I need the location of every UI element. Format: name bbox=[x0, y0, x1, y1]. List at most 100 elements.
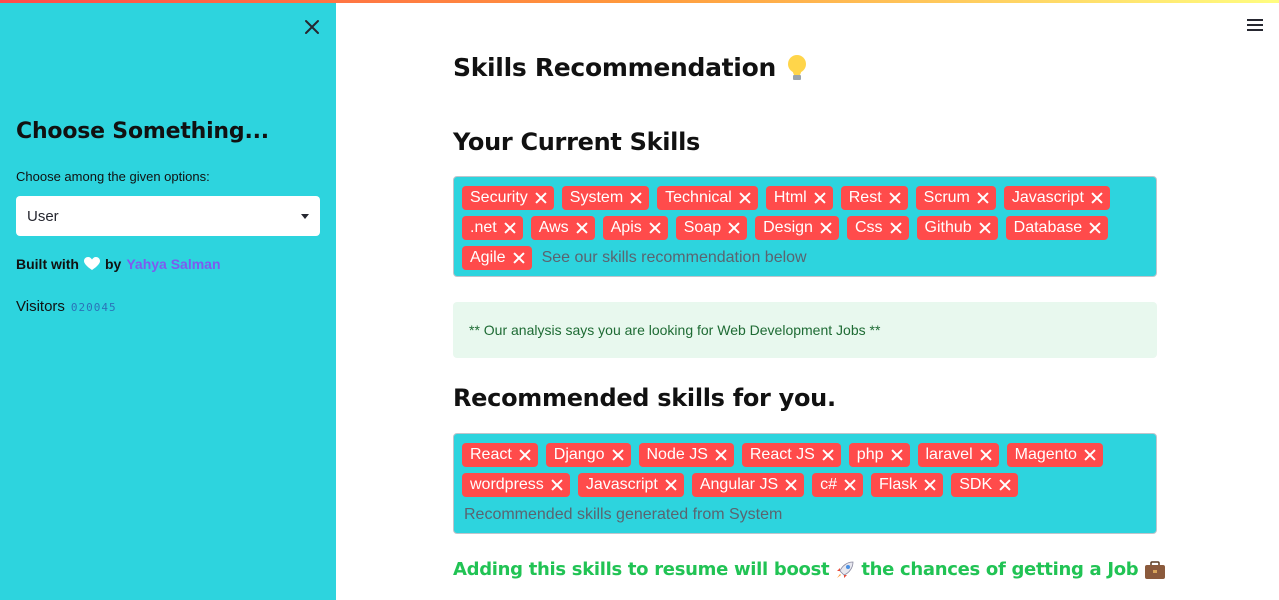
skill-tag-label: Agile bbox=[470, 249, 506, 266]
skill-tag-label: React bbox=[470, 446, 512, 463]
remove-tag-icon[interactable] bbox=[503, 221, 517, 235]
skill-tag-label: Soap bbox=[683, 219, 722, 236]
remove-tag-icon[interactable] bbox=[843, 478, 857, 492]
skill-tag[interactable]: Django bbox=[545, 443, 631, 467]
skill-tag[interactable]: SDK bbox=[951, 473, 1019, 497]
skill-tag[interactable]: laravel bbox=[917, 443, 999, 467]
skill-tag[interactable]: Database bbox=[1005, 216, 1109, 240]
remove-tag-icon[interactable] bbox=[978, 221, 992, 235]
skill-tag[interactable]: Html bbox=[765, 186, 833, 210]
boost-message: Adding this skills to resume will boost … bbox=[453, 559, 1166, 580]
skill-tag-label: Magento bbox=[1014, 446, 1077, 463]
remove-tag-icon[interactable] bbox=[976, 191, 990, 205]
skill-tag[interactable]: Apis bbox=[602, 216, 668, 240]
remove-tag-icon[interactable] bbox=[821, 448, 835, 462]
remove-tag-icon[interactable] bbox=[611, 448, 625, 462]
skill-tag[interactable]: Agile bbox=[462, 246, 532, 270]
remove-tag-icon[interactable] bbox=[813, 191, 827, 205]
skill-tag-label: Html bbox=[773, 189, 807, 206]
remove-tag-icon[interactable] bbox=[550, 478, 564, 492]
skill-tag[interactable]: Node JS bbox=[638, 443, 734, 467]
skill-tag[interactable]: c# bbox=[812, 473, 864, 497]
remove-tag-icon[interactable] bbox=[518, 448, 532, 462]
remove-tag-icon[interactable] bbox=[738, 191, 752, 205]
skill-tag[interactable]: Css bbox=[846, 216, 909, 240]
skill-tag-label: Angular JS bbox=[699, 476, 779, 493]
remove-tag-icon[interactable] bbox=[819, 221, 833, 235]
remove-tag-icon[interactable] bbox=[664, 478, 678, 492]
skill-tag-label: Database bbox=[1013, 219, 1083, 236]
remove-tag-icon[interactable] bbox=[923, 478, 937, 492]
remove-tag-icon[interactable] bbox=[648, 221, 662, 235]
remove-tag-icon[interactable] bbox=[889, 221, 903, 235]
author-link[interactable]: Yahya Salman bbox=[126, 256, 220, 272]
skill-tag[interactable]: Design bbox=[755, 216, 839, 240]
skill-tag[interactable]: React JS bbox=[741, 443, 841, 467]
remove-tag-icon[interactable] bbox=[714, 448, 728, 462]
skill-tag-label: Github bbox=[924, 219, 972, 236]
skill-tag-label: laravel bbox=[925, 446, 973, 463]
remove-tag-icon[interactable] bbox=[727, 221, 741, 235]
skill-tag[interactable]: Soap bbox=[675, 216, 748, 240]
skill-tag-label: Aws bbox=[538, 219, 569, 236]
rocket-icon bbox=[837, 561, 854, 578]
skill-tag-label: Node JS bbox=[646, 446, 708, 463]
current-skills-heading: Your Current Skills bbox=[453, 128, 701, 156]
current-skills-multiselect[interactable]: Security System Technical Html Rest Scrum Java… bbox=[453, 176, 1157, 277]
built-with-by: by bbox=[105, 256, 122, 272]
skill-tag-label: Security bbox=[470, 189, 528, 206]
page-title: Skills Recommendation bbox=[453, 53, 808, 82]
skill-tag[interactable]: React bbox=[462, 443, 538, 467]
skill-tag[interactable]: Rest bbox=[840, 186, 908, 210]
built-with-text: Built with bbox=[16, 256, 79, 272]
skill-tag[interactable]: Aws bbox=[530, 216, 595, 240]
recommended-skills-multiselect[interactable]: React Django Node JS React JS php laravel Mage… bbox=[453, 433, 1157, 534]
remove-tag-icon[interactable] bbox=[1088, 221, 1102, 235]
remove-tag-icon[interactable] bbox=[784, 478, 798, 492]
skill-tag[interactable]: Javascript bbox=[1003, 186, 1110, 210]
select-value: User bbox=[27, 207, 59, 225]
close-icon[interactable] bbox=[301, 16, 323, 38]
skill-tag-label: Design bbox=[763, 219, 813, 236]
skill-tag-label: c# bbox=[820, 476, 838, 493]
skill-tag[interactable]: wordpress bbox=[462, 473, 570, 497]
multiselect-placeholder[interactable]: Recommended skills generated from System bbox=[462, 500, 782, 530]
skill-tag[interactable]: Flask bbox=[871, 473, 944, 497]
hamburger-menu-icon[interactable] bbox=[1247, 19, 1265, 33]
skill-tag[interactable]: Angular JS bbox=[691, 473, 805, 497]
remove-tag-icon[interactable] bbox=[888, 191, 902, 205]
skill-tag-label: React JS bbox=[749, 446, 815, 463]
chevron-down-icon bbox=[301, 213, 309, 219]
remove-tag-icon[interactable] bbox=[1083, 448, 1097, 462]
multiselect-placeholder[interactable]: See our skills recommendation below bbox=[540, 243, 807, 273]
remove-tag-icon[interactable] bbox=[979, 448, 993, 462]
lightbulb-icon bbox=[787, 54, 806, 80]
skill-tag-label: Javascript bbox=[585, 476, 658, 493]
skill-tag[interactable]: Javascript bbox=[577, 473, 684, 497]
skill-tag-label: Scrum bbox=[923, 189, 970, 206]
remove-tag-icon[interactable] bbox=[629, 191, 643, 205]
skill-tag[interactable]: Technical bbox=[657, 186, 758, 210]
skill-tag[interactable]: Github bbox=[916, 216, 998, 240]
skill-tag-label: php bbox=[856, 446, 884, 463]
skill-tag[interactable]: Magento bbox=[1006, 443, 1103, 467]
role-select[interactable]: User bbox=[16, 196, 320, 236]
remove-tag-icon[interactable] bbox=[890, 448, 904, 462]
skill-tag[interactable]: php bbox=[848, 443, 910, 467]
analysis-message: ** Our analysis says you are looking for… bbox=[453, 302, 1157, 358]
skill-tag-label: Javascript bbox=[1011, 189, 1084, 206]
skill-tag-label: System bbox=[569, 189, 624, 206]
built-with-credit: Built with by Yahya Salman bbox=[16, 256, 221, 272]
remove-tag-icon[interactable] bbox=[512, 251, 526, 265]
briefcase-icon bbox=[1145, 560, 1166, 579]
skill-tag[interactable]: System bbox=[561, 186, 650, 210]
skill-tag[interactable]: Security bbox=[462, 186, 554, 210]
skill-tag-label: Django bbox=[553, 446, 605, 463]
remove-tag-icon[interactable] bbox=[575, 221, 589, 235]
remove-tag-icon[interactable] bbox=[1090, 191, 1104, 205]
remove-tag-icon[interactable] bbox=[534, 191, 548, 205]
skill-tag-label: wordpress bbox=[470, 476, 544, 493]
skill-tag[interactable]: .net bbox=[462, 216, 523, 240]
skill-tag[interactable]: Scrum bbox=[915, 186, 996, 210]
remove-tag-icon[interactable] bbox=[998, 478, 1012, 492]
